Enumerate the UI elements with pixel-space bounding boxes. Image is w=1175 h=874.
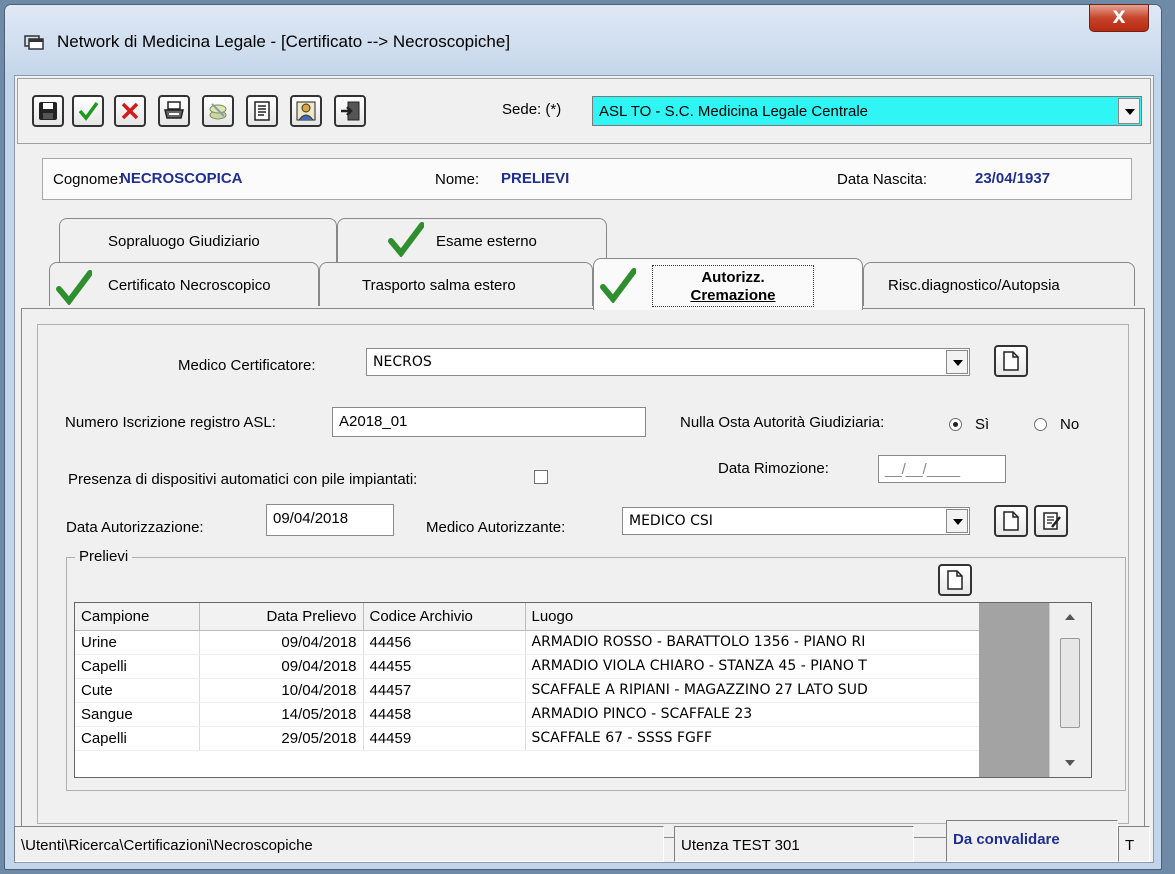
cell-campione: Urine (75, 630, 200, 655)
table-row[interactable]: Capelli 29/05/2018 44459 SCAFFALE 67 - SSSS… (75, 726, 980, 751)
status-utenza: Utenza TEST 301 (674, 826, 914, 862)
cell-luogo: ARMADIO PINCO - SCAFFALE 23 (525, 702, 980, 727)
rimozione-input[interactable]: __/__/____ (878, 455, 1006, 483)
cell-codice-archivio: 44459 (363, 726, 526, 751)
prelievi-table: Campione Data Prelievo Codice Archivio L… (74, 602, 1092, 778)
col-luogo[interactable]: Luogo (525, 603, 980, 631)
new-document-icon (1003, 511, 1019, 531)
new-prelievo-button[interactable] (938, 564, 972, 596)
col-codice-archivio[interactable]: Codice Archivio (363, 603, 526, 631)
dispositivi-checkbox[interactable] (534, 470, 548, 484)
status-extra: T (1118, 826, 1150, 862)
cell-data-prelievo: 09/04/2018 (199, 654, 364, 679)
grid-empty-area (979, 603, 1049, 777)
chevron-down-icon[interactable] (946, 509, 968, 533)
new-document-icon (1003, 351, 1019, 371)
medico-aut-select[interactable]: MEDICO CSI (622, 507, 970, 535)
cell-luogo: ARMADIO VIOLA CHIARO - STANZA 45 - PIANO… (525, 654, 980, 679)
medico-cert-value: NECROS (373, 354, 432, 370)
cell-campione: Capelli (75, 654, 200, 679)
nulla-osta-si-label: Sì (975, 416, 990, 433)
nulla-osta-si-radio[interactable] (949, 418, 962, 431)
table-header-row: Campione Data Prelievo Codice Archivio L… (75, 603, 980, 631)
cell-luogo: ARMADIO ROSSO - BARATTOLO 1356 - PIANO R… (525, 630, 980, 655)
status-stato: Da convalidare (946, 820, 1118, 862)
edit-form-icon (1043, 512, 1061, 530)
cell-luogo: SCAFFALE A RIPIANI - MAGAZZINO 27 LATO S… (525, 678, 980, 703)
cell-luogo: SCAFFALE 67 - SSSS FGFF (525, 726, 980, 751)
prelievi-grid: Campione Data Prelievo Codice Archivio L… (75, 603, 980, 751)
scroll-thumb[interactable] (1060, 638, 1080, 728)
table-row[interactable]: Capelli 09/04/2018 44455 ARMADIO VIOLA CHIA… (75, 654, 980, 679)
cell-data-prelievo: 09/04/2018 (199, 630, 364, 655)
cell-data-prelievo: 10/04/2018 (199, 678, 364, 703)
cell-codice-archivio: 44458 (363, 702, 526, 727)
scroll-up-icon[interactable] (1065, 613, 1075, 621)
scroll-down-icon[interactable] (1065, 759, 1075, 767)
medico-cert-select[interactable]: NECROS (366, 348, 970, 376)
cell-codice-archivio: 44455 (363, 654, 526, 679)
chevron-down-icon[interactable] (946, 350, 968, 374)
vertical-scrollbar[interactable] (1049, 603, 1091, 777)
nulla-osta-no-radio[interactable] (1034, 418, 1047, 431)
cell-data-prelievo: 14/05/2018 (199, 702, 364, 727)
status-path: \Utenti\Ricerca\Certificazioni\Necroscop… (14, 826, 664, 862)
new-document-icon (947, 570, 963, 590)
nulla-osta-label: Nulla Osta Autorità Giudiziaria: (680, 414, 885, 431)
rimozione-value: __/__/____ (885, 461, 961, 478)
data-aut-value: 09/04/2018 (273, 510, 349, 527)
table-row[interactable]: Sangue 14/05/2018 44458 ARMADIO PINCO - SCA… (75, 702, 980, 727)
new-medico-aut-button[interactable] (994, 505, 1028, 537)
cell-codice-archivio: 44456 (363, 630, 526, 655)
edit-medico-aut-button[interactable] (1034, 505, 1068, 537)
new-medico-cert-button[interactable] (994, 345, 1028, 377)
cell-codice-archivio: 44457 (363, 678, 526, 703)
data-aut-label: Data Autorizzazione: (66, 519, 204, 536)
data-aut-input[interactable]: 09/04/2018 (266, 504, 394, 536)
num-iscr-value: A2018_01 (339, 413, 408, 430)
rimozione-label: Data Rimozione: (718, 460, 829, 477)
dispositivi-label: Presenza di dispositivi automatici con p… (68, 471, 418, 488)
cell-campione: Capelli (75, 726, 200, 751)
col-data-prelievo[interactable]: Data Prelievo (199, 603, 364, 631)
medico-cert-label: Medico Certificatore: (178, 357, 316, 374)
table-row[interactable]: Cute 10/04/2018 44457 SCAFFALE A RIPIANI - … (75, 678, 980, 703)
medico-aut-label: Medico Autorizzante: (426, 519, 566, 536)
table-row[interactable]: Urine 09/04/2018 44456 ARMADIO ROSSO - BARA… (75, 630, 980, 655)
medico-aut-value: MEDICO CSI (629, 513, 713, 529)
cell-campione: Cute (75, 678, 200, 703)
cell-data-prelievo: 29/05/2018 (199, 726, 364, 751)
nulla-osta-no-label: No (1060, 416, 1080, 433)
cell-campione: Sangue (75, 702, 200, 727)
prelievi-title: Prelievi (75, 548, 133, 565)
num-iscr-label: Numero Iscrizione registro ASL: (65, 414, 276, 431)
form-layer: Medico Certificatore: NECROS Numero Iscr… (0, 0, 1175, 874)
num-iscr-input[interactable]: A2018_01 (332, 407, 646, 437)
col-campione[interactable]: Campione (75, 603, 200, 631)
